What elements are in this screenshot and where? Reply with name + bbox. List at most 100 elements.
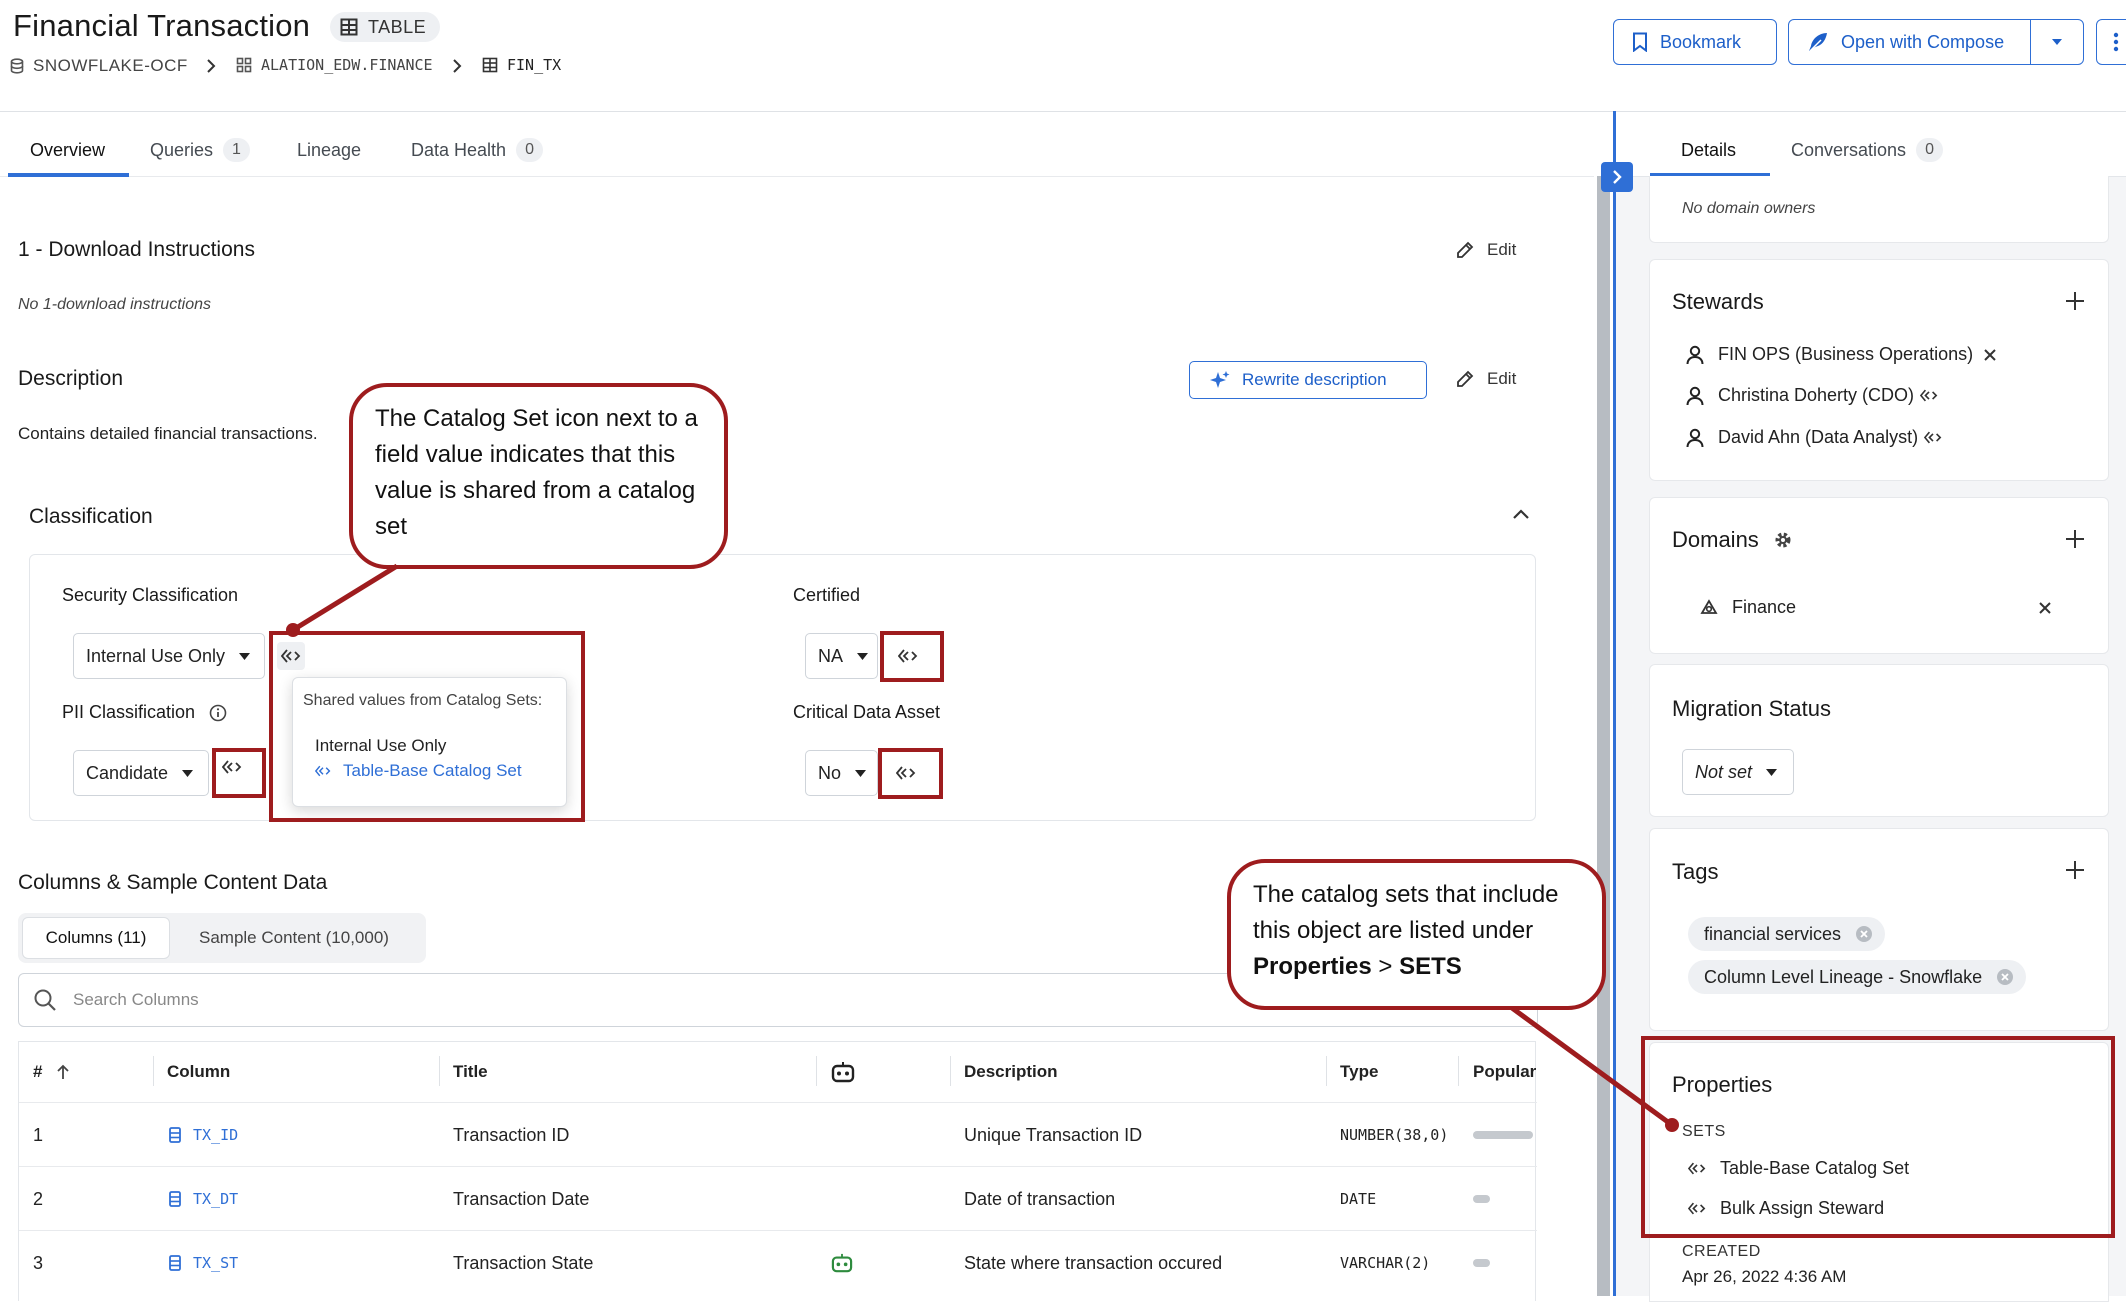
row-type: DATE <box>1340 1190 1377 1208</box>
add-tag-button[interactable] <box>2064 859 2086 881</box>
row-column-link[interactable]: TX_DT <box>169 1167 238 1231</box>
table-row[interactable]: 3 TX_ST Transaction State State where tr… <box>19 1230 1537 1294</box>
description-edit-button[interactable]: Edit <box>1455 369 1516 389</box>
annotation-highlight-box <box>269 631 585 822</box>
database-icon <box>10 58 24 74</box>
tag-chip[interactable]: financial services <box>1688 917 1886 951</box>
breadcrumb-datasource[interactable]: SNOWFLAKE-OCF <box>10 56 188 76</box>
compose-dropdown-button[interactable] <box>2030 19 2084 65</box>
remove-icon[interactable] <box>1983 348 1997 362</box>
col-header-column[interactable]: Column <box>167 1042 230 1102</box>
breadcrumb-schema[interactable]: ALATION_EDW.FINANCE <box>236 56 433 74</box>
tab-label: Data Health <box>411 139 507 160</box>
download-heading: 1 - Download Instructions <box>18 238 255 261</box>
table-icon <box>482 57 498 73</box>
callout-pointer-line <box>286 563 399 637</box>
migration-status-select[interactable]: Not set <box>1682 749 1794 795</box>
add-domain-button[interactable] <box>2064 528 2086 550</box>
steward-item[interactable]: David Ahn (Data Analyst) <box>1686 427 1942 448</box>
row-num: 2 <box>33 1188 44 1209</box>
steward-item[interactable]: Christina Doherty (CDO) <box>1686 385 1938 406</box>
description-text: Contains detailed financial transactions… <box>18 424 318 443</box>
domain-item[interactable]: Finance <box>1700 597 1796 618</box>
caret-down-icon <box>239 652 251 660</box>
security-classification-select[interactable]: Internal Use Only <box>73 633 265 679</box>
chevron-up-icon[interactable] <box>1512 508 1530 520</box>
row-column-link[interactable]: TX_ID <box>169 1103 238 1167</box>
col-header-title[interactable]: Title <box>453 1042 488 1102</box>
created-value: Apr 26, 2022 4:36 AM <box>1682 1267 1847 1286</box>
catalog-set-icon[interactable] <box>1924 431 1942 444</box>
table-row[interactable]: 1 TX_ID Transaction ID Unique Transactio… <box>19 1102 1537 1166</box>
tab-label: Overview <box>30 139 106 160</box>
robot-icon <box>831 1061 855 1083</box>
header-label: Type <box>1340 1062 1379 1081</box>
open-with-compose-button[interactable]: Open with Compose <box>1788 19 2031 65</box>
column-icon <box>169 1191 181 1207</box>
col-header-description[interactable]: Description <box>964 1042 1058 1102</box>
chevron-right-icon <box>1611 169 1623 185</box>
ai-generated-icon[interactable] <box>831 1231 853 1295</box>
bookmark-icon <box>1632 32 1648 52</box>
remove-domain-icon[interactable] <box>2038 601 2052 615</box>
domain-name: Finance <box>1732 597 1797 617</box>
active-tab-indicator <box>8 173 129 177</box>
select-value: Candidate <box>86 762 169 783</box>
more-actions-button[interactable] <box>2096 19 2126 65</box>
row-title: Transaction State <box>453 1252 594 1273</box>
edit-label: Edit <box>1487 369 1517 388</box>
edit-label: Edit <box>1487 240 1517 259</box>
steward-item[interactable]: FIN OPS (Business Operations) <box>1686 344 1997 365</box>
pencil-icon <box>1455 240 1475 260</box>
gear-icon[interactable] <box>1773 530 1793 550</box>
select-value: No <box>818 762 842 783</box>
annotation-callout-catalog-icon: The Catalog Set icon next to a field val… <box>349 383 728 569</box>
open-with-compose-label: Open with Compose <box>1841 31 2005 52</box>
chevron-right-icon <box>205 58 217 74</box>
info-icon[interactable] <box>209 704 227 722</box>
pii-classification-select[interactable]: Candidate <box>73 750 209 796</box>
type-badge-label: TABLE <box>368 16 427 37</box>
breadcrumb-table[interactable]: FIN_TX <box>482 56 561 74</box>
select-value: Not set <box>1695 761 1753 782</box>
select-value: Internal Use Only <box>86 645 226 666</box>
row-column-link[interactable]: TX_ST <box>169 1231 238 1295</box>
table-row[interactable]: 2 TX_DT Transaction Date Date of transac… <box>19 1166 1537 1230</box>
remove-tag-icon[interactable] <box>1855 925 1873 943</box>
col-header-ai[interactable] <box>831 1042 855 1102</box>
subtab-columns[interactable]: Columns (11) <box>22 917 170 959</box>
col-header-type[interactable]: Type <box>1340 1042 1378 1102</box>
certified-select[interactable]: NA <box>805 633 878 679</box>
tag-chip[interactable]: Column Level Lineage - Snowflake <box>1688 960 2027 994</box>
security-classification-label: Security Classification <box>62 585 239 605</box>
column-name: TX_ID <box>193 1126 239 1144</box>
catalog-set-icon[interactable] <box>1920 389 1938 402</box>
search-placeholder: Search Columns <box>73 990 199 1009</box>
bookmark-label: Bookmark <box>1660 31 1742 52</box>
steward-name: Christina Doherty (CDO) <box>1718 385 1915 405</box>
download-edit-button[interactable]: Edit <box>1455 240 1516 260</box>
subtab-sample-content[interactable]: Sample Content (10,000) <box>199 917 389 959</box>
critical-data-asset-select[interactable]: No <box>805 750 878 796</box>
tab-overview[interactable]: Overview <box>30 124 105 176</box>
domain-owners-empty: No domain owners <box>1682 200 1816 217</box>
tab-lineage[interactable]: Lineage <box>297 124 361 176</box>
rewrite-label: Rewrite description <box>1242 370 1387 389</box>
remove-tag-icon[interactable] <box>1996 968 2014 986</box>
domain-icon <box>1700 598 1718 617</box>
add-steward-button[interactable] <box>2064 290 2086 312</box>
column-separator <box>1458 1056 1459 1086</box>
tab-data-health[interactable]: Data Health 0 <box>411 124 543 176</box>
annotation-highlight-box <box>880 631 944 682</box>
migration-status-card: Migration Status Not set <box>1649 664 2109 817</box>
tab-conversations[interactable]: Conversations 0 <box>1791 124 1943 176</box>
col-header-num[interactable]: # <box>33 1042 70 1102</box>
rewrite-description-button[interactable]: Rewrite description <box>1189 361 1427 399</box>
download-empty-text: No 1-download instructions <box>18 296 211 313</box>
collapse-panel-button[interactable] <box>1601 162 1633 192</box>
tab-queries[interactable]: Queries 1 <box>150 124 250 176</box>
column-icon <box>169 1255 181 1271</box>
bookmark-button[interactable]: Bookmark <box>1613 19 1777 65</box>
caret-down-icon <box>1766 768 1778 776</box>
tab-details[interactable]: Details <box>1681 124 1736 176</box>
